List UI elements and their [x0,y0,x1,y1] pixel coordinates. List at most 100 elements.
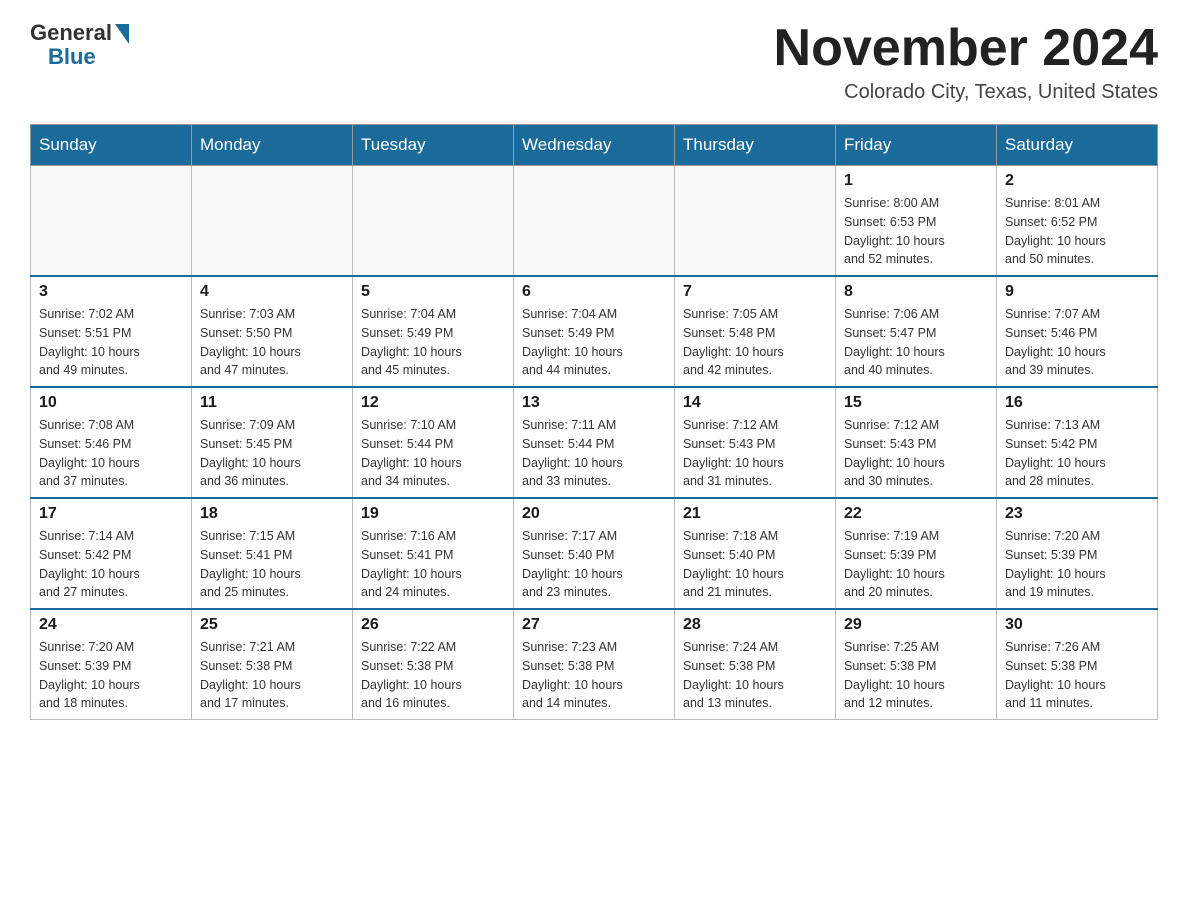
weekday-header-saturday: Saturday [997,125,1158,166]
day-info: Sunrise: 7:12 AM Sunset: 5:43 PM Dayligh… [844,416,988,491]
day-info: Sunrise: 7:10 AM Sunset: 5:44 PM Dayligh… [361,416,505,491]
weekday-header-sunday: Sunday [31,125,192,166]
day-info: Sunrise: 7:08 AM Sunset: 5:46 PM Dayligh… [39,416,183,491]
calendar-cell: 24 Sunrise: 7:20 AM Sunset: 5:39 PM Dayli… [31,609,192,720]
day-number: 9 [1005,283,1149,301]
calendar-cell: 7 Sunrise: 7:05 AM Sunset: 5:48 PM Daylig… [675,276,836,387]
day-info: Sunrise: 7:20 AM Sunset: 5:39 PM Dayligh… [39,638,183,713]
day-number: 30 [1005,616,1149,634]
calendar-cell: 30Sunrise: 7:26 AM Sunset: 5:38 PM Dayli… [997,609,1158,720]
day-info: Sunrise: 7:12 AM Sunset: 5:43 PM Dayligh… [683,416,827,491]
day-number: 15 [844,394,988,412]
calendar-cell: 13 Sunrise: 7:11 AM Sunset: 5:44 PM Dayli… [514,387,675,498]
calendar-cell: 5 Sunrise: 7:04 AM Sunset: 5:49 PM Daylig… [353,276,514,387]
calendar-cell [192,166,353,277]
calendar-cell: 12 Sunrise: 7:10 AM Sunset: 5:44 PM Dayli… [353,387,514,498]
weekday-header-wednesday: Wednesday [514,125,675,166]
logo: General Blue [30,20,129,70]
day-number: 29 [844,616,988,634]
calendar-cell: 22Sunrise: 7:19 AM Sunset: 5:39 PM Dayli… [836,498,997,609]
weekday-header-thursday: Thursday [675,125,836,166]
calendar-cell: 8 Sunrise: 7:06 AM Sunset: 5:47 PM Daylig… [836,276,997,387]
day-info: Sunrise: 8:01 AM Sunset: 6:52 PM Dayligh… [1005,194,1149,269]
page-header: General Blue November 2024 Colorado City… [30,20,1158,104]
calendar-cell: 27Sunrise: 7:23 AM Sunset: 5:38 PM Dayli… [514,609,675,720]
day-info: Sunrise: 7:19 AM Sunset: 5:39 PM Dayligh… [844,527,988,602]
calendar-cell: 14Sunrise: 7:12 AM Sunset: 5:43 PM Dayli… [675,387,836,498]
day-info: Sunrise: 7:20 AM Sunset: 5:39 PM Dayligh… [1005,527,1149,602]
day-number: 8 [844,283,988,301]
logo-blue-text: Blue [48,44,96,70]
day-number: 12 [361,394,505,412]
day-info: Sunrise: 7:17 AM Sunset: 5:40 PM Dayligh… [522,527,666,602]
day-number: 3 [39,283,183,301]
calendar-cell [675,166,836,277]
calendar-week-row: 17 Sunrise: 7:14 AM Sunset: 5:42 PM Dayli… [31,498,1158,609]
day-info: Sunrise: 7:06 AM Sunset: 5:47 PM Dayligh… [844,305,988,380]
calendar-cell: 3 Sunrise: 7:02 AM Sunset: 5:51 PM Daylig… [31,276,192,387]
calendar-cell: 29Sunrise: 7:25 AM Sunset: 5:38 PM Dayli… [836,609,997,720]
day-number: 11 [200,394,344,412]
day-info: Sunrise: 7:16 AM Sunset: 5:41 PM Dayligh… [361,527,505,602]
calendar-cell: 20Sunrise: 7:17 AM Sunset: 5:40 PM Dayli… [514,498,675,609]
calendar-cell: 26 Sunrise: 7:22 AM Sunset: 5:38 PM Dayli… [353,609,514,720]
day-number: 1 [844,172,988,190]
location-text: Colorado City, Texas, United States [774,81,1158,104]
day-number: 16 [1005,394,1149,412]
calendar-cell: 19 Sunrise: 7:16 AM Sunset: 5:41 PM Dayli… [353,498,514,609]
day-number: 18 [200,505,344,523]
title-section: November 2024 Colorado City, Texas, Unit… [774,20,1158,104]
day-number: 17 [39,505,183,523]
weekday-header-tuesday: Tuesday [353,125,514,166]
day-info: Sunrise: 7:02 AM Sunset: 5:51 PM Dayligh… [39,305,183,380]
calendar-week-row: 10 Sunrise: 7:08 AM Sunset: 5:46 PM Dayli… [31,387,1158,498]
calendar-cell: 25Sunrise: 7:21 AM Sunset: 5:38 PM Dayli… [192,609,353,720]
logo-general-text: General [30,20,112,46]
calendar-cell: 2 Sunrise: 8:01 AM Sunset: 6:52 PM Daylig… [997,166,1158,277]
day-number: 10 [39,394,183,412]
day-info: Sunrise: 7:15 AM Sunset: 5:41 PM Dayligh… [200,527,344,602]
day-number: 2 [1005,172,1149,190]
weekday-header-friday: Friday [836,125,997,166]
day-number: 6 [522,283,666,301]
calendar-cell: 15 Sunrise: 7:12 AM Sunset: 5:43 PM Dayli… [836,387,997,498]
day-number: 27 [522,616,666,634]
day-info: Sunrise: 7:03 AM Sunset: 5:50 PM Dayligh… [200,305,344,380]
calendar-cell: 6 Sunrise: 7:04 AM Sunset: 5:49 PM Daylig… [514,276,675,387]
calendar-cell: 10 Sunrise: 7:08 AM Sunset: 5:46 PM Dayli… [31,387,192,498]
day-info: Sunrise: 7:18 AM Sunset: 5:40 PM Dayligh… [683,527,827,602]
calendar-cell: 28Sunrise: 7:24 AM Sunset: 5:38 PM Dayli… [675,609,836,720]
day-info: Sunrise: 7:22 AM Sunset: 5:38 PM Dayligh… [361,638,505,713]
day-number: 4 [200,283,344,301]
day-number: 5 [361,283,505,301]
logo-triangle-icon [115,24,129,44]
day-number: 23 [1005,505,1149,523]
calendar-week-row: 24 Sunrise: 7:20 AM Sunset: 5:39 PM Dayli… [31,609,1158,720]
calendar-cell: 1Sunrise: 8:00 AM Sunset: 6:53 PM Daylig… [836,166,997,277]
calendar-cell: 11 Sunrise: 7:09 AM Sunset: 5:45 PM Dayli… [192,387,353,498]
calendar-table: SundayMondayTuesdayWednesdayThursdayFrid… [30,124,1158,720]
calendar-cell [353,166,514,277]
day-number: 7 [683,283,827,301]
calendar-cell: 9Sunrise: 7:07 AM Sunset: 5:46 PM Daylig… [997,276,1158,387]
calendar-cell: 4 Sunrise: 7:03 AM Sunset: 5:50 PM Daylig… [192,276,353,387]
day-number: 21 [683,505,827,523]
day-info: Sunrise: 7:14 AM Sunset: 5:42 PM Dayligh… [39,527,183,602]
calendar-cell: 18 Sunrise: 7:15 AM Sunset: 5:41 PM Dayli… [192,498,353,609]
day-number: 13 [522,394,666,412]
calendar-week-row: 1Sunrise: 8:00 AM Sunset: 6:53 PM Daylig… [31,166,1158,277]
day-number: 28 [683,616,827,634]
day-info: Sunrise: 7:11 AM Sunset: 5:44 PM Dayligh… [522,416,666,491]
weekday-header-row: SundayMondayTuesdayWednesdayThursdayFrid… [31,125,1158,166]
day-info: Sunrise: 7:09 AM Sunset: 5:45 PM Dayligh… [200,416,344,491]
day-number: 25 [200,616,344,634]
calendar-cell: 21 Sunrise: 7:18 AM Sunset: 5:40 PM Dayli… [675,498,836,609]
calendar-cell: 16Sunrise: 7:13 AM Sunset: 5:42 PM Dayli… [997,387,1158,498]
day-info: Sunrise: 7:04 AM Sunset: 5:49 PM Dayligh… [522,305,666,380]
day-number: 19 [361,505,505,523]
day-number: 24 [39,616,183,634]
day-info: Sunrise: 7:04 AM Sunset: 5:49 PM Dayligh… [361,305,505,380]
day-number: 26 [361,616,505,634]
day-info: Sunrise: 7:05 AM Sunset: 5:48 PM Dayligh… [683,305,827,380]
calendar-cell: 23 Sunrise: 7:20 AM Sunset: 5:39 PM Dayli… [997,498,1158,609]
